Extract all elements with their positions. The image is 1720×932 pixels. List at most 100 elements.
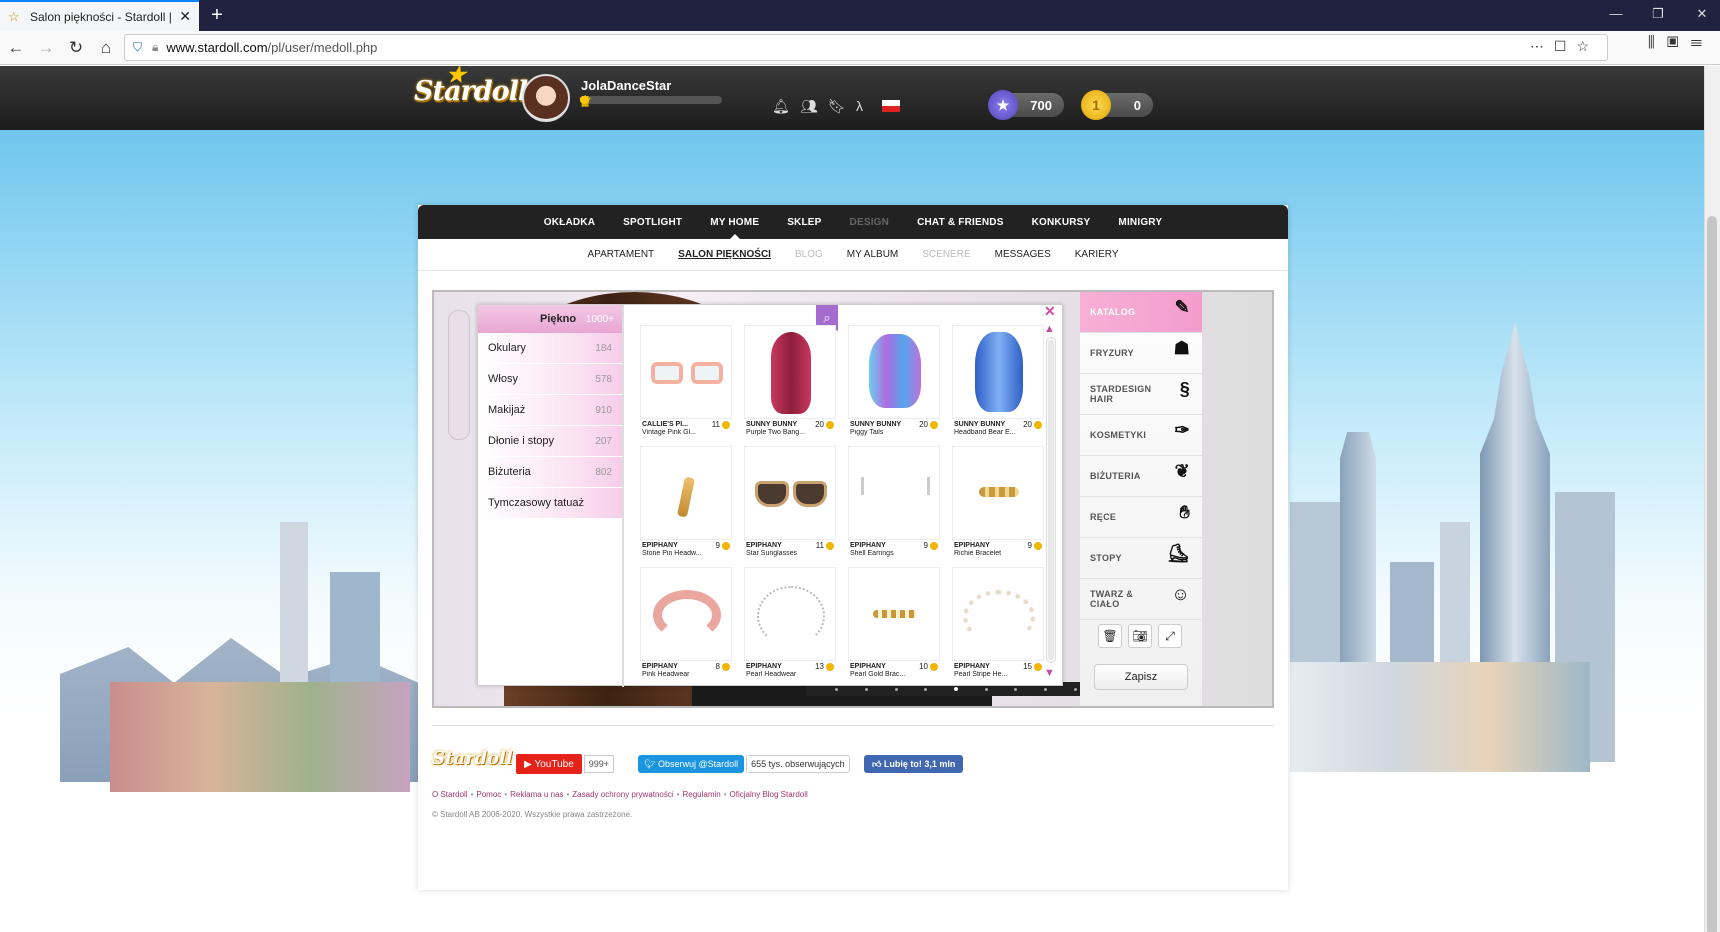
back-icon[interactable]: ← bbox=[2, 34, 30, 62]
item-thumbnail[interactable] bbox=[640, 325, 732, 419]
catalog-item[interactable]: EPIPHANY Pearl Stripe He... 15 bbox=[952, 567, 1044, 684]
catalog-item[interactable]: SUNNY BUNNY Headband Bear E... 20 bbox=[952, 325, 1044, 442]
main-nav-item[interactable]: SPOTLIGHT bbox=[609, 217, 696, 228]
item-brand: EPIPHANY bbox=[642, 663, 678, 670]
chevron-up-icon[interactable]: ▲ bbox=[1044, 323, 1055, 335]
youtube-play-icon: ▶ bbox=[524, 758, 535, 770]
stardoll-logo[interactable]: ★ Stardoll bbox=[414, 66, 528, 107]
close-tab-icon[interactable]: ✕ bbox=[179, 8, 191, 25]
sub-nav-item[interactable]: KARIERY bbox=[1063, 249, 1131, 260]
item-thumbnail[interactable] bbox=[952, 567, 1044, 661]
coins-balance[interactable]: 1 0 bbox=[1081, 90, 1153, 120]
twitter-follow-button[interactable]: 🐦︎ Obserwuj @Stardoll 655 tys. obserwują… bbox=[638, 755, 850, 773]
main-nav-item[interactable]: KONKURSY bbox=[1018, 217, 1105, 228]
shield-icon[interactable]: ⛉ bbox=[133, 40, 142, 55]
catalog-item[interactable]: SUNNY BUNNY Piggy Tails 20 bbox=[848, 325, 940, 442]
youtube-button[interactable]: ▶ YouTube 999+ bbox=[516, 754, 615, 774]
browser-tab[interactable]: ☆ Salon piękności - Stardoll | Pol ✕ bbox=[0, 0, 199, 31]
restore-icon[interactable]: ❐ bbox=[1648, 6, 1668, 22]
close-icon[interactable]: ✕ bbox=[1044, 303, 1056, 320]
sub-nav-item[interactable]: APARTAMENT bbox=[575, 249, 666, 260]
lock-icon[interactable]: 🔒︎ bbox=[152, 40, 158, 55]
catalog-item[interactable]: EPIPHANY Pearl Gold Brac... 10 bbox=[848, 567, 940, 684]
reload-icon[interactable]: ↻ bbox=[62, 34, 90, 62]
coin-icon bbox=[1034, 663, 1042, 671]
category-item[interactable]: Okulary 184 bbox=[478, 333, 622, 364]
sidebar-tab[interactable]: STARDESIGN HAIR § bbox=[1080, 374, 1202, 415]
category-item[interactable]: Dłonie i stopy 207 bbox=[478, 426, 622, 457]
catalog-item[interactable]: EPIPHANY Shell Earrings 9 bbox=[848, 446, 940, 563]
bookmark-icon[interactable]: 🔖︎ bbox=[828, 98, 846, 115]
url-actions[interactable]: ⋯☐☆ bbox=[1530, 38, 1599, 55]
item-thumbnail[interactable] bbox=[744, 325, 836, 419]
forward-icon[interactable]: → bbox=[32, 34, 60, 62]
sidebar-tab[interactable]: TWARZ & CIAŁO ☺ bbox=[1080, 579, 1202, 620]
avatar[interactable] bbox=[522, 74, 570, 122]
footer-link[interactable]: Reklama u nas bbox=[510, 790, 563, 799]
item-thumbnail[interactable] bbox=[744, 446, 836, 540]
category-item[interactable]: Tymczasowy tatuaż bbox=[478, 488, 622, 519]
poland-flag-icon[interactable] bbox=[882, 100, 900, 112]
sidebar-tab[interactable]: FRYZURY ☗ bbox=[1080, 333, 1202, 374]
footer-link[interactable]: Zasady ochrony prywatności bbox=[572, 790, 673, 799]
friends-icon[interactable]: 👥︎ bbox=[800, 98, 818, 115]
item-thumbnail[interactable] bbox=[952, 325, 1044, 419]
category-item[interactable]: Biżuteria 802 bbox=[478, 457, 622, 488]
sidebar-tab[interactable]: KATALOG ✎ bbox=[1080, 292, 1202, 333]
fullscreen-icon[interactable]: ⤢ bbox=[1158, 624, 1182, 648]
main-nav-item[interactable]: OKŁADKA bbox=[530, 217, 609, 228]
footer-logo[interactable]: Stardoll bbox=[432, 748, 513, 769]
item-thumbnail[interactable] bbox=[848, 567, 940, 661]
toolbar-icons[interactable]: ⫼▣☰ bbox=[1648, 34, 1714, 51]
main-nav-item[interactable]: CHAT & FRIENDS bbox=[903, 217, 1018, 228]
catalog-item[interactable]: SUNNY BUNNY Purple Two Bang... 20 bbox=[744, 325, 836, 442]
url-bar[interactable]: ⛉ 🔒︎ www.stardoll.com/pl/user/medoll.php… bbox=[124, 34, 1608, 61]
level-badge-icon: ♛ bbox=[578, 94, 593, 111]
stardollars-balance[interactable]: ★ 700 bbox=[988, 90, 1064, 120]
category-item[interactable]: Makijaż 910 bbox=[478, 395, 622, 426]
new-tab-icon[interactable]: + bbox=[206, 4, 228, 27]
close-window-icon[interactable]: ✕ bbox=[1692, 6, 1712, 22]
item-thumbnail[interactable] bbox=[848, 325, 940, 419]
footer-link[interactable]: Oficjalny Blog Stardoll bbox=[730, 790, 808, 799]
lambda-icon[interactable]: λ bbox=[856, 98, 863, 114]
footer-link[interactable]: Pomoc bbox=[476, 790, 501, 799]
save-button[interactable]: Zapisz bbox=[1094, 664, 1188, 690]
bell-icon[interactable]: 🔔︎ bbox=[772, 98, 790, 115]
catalog-item[interactable]: EPIPHANY Pink Headwear 8 bbox=[640, 567, 732, 684]
hand-icon: ✋︎ bbox=[1179, 502, 1190, 522]
username[interactable]: JolaDanceStar bbox=[581, 78, 671, 93]
catalog-item[interactable]: EPIPHANY Stone Pin Headw... 9 bbox=[640, 446, 732, 563]
sub-nav-item[interactable]: SALON PIĘKNOŚCI bbox=[666, 249, 783, 260]
chevron-down-icon[interactable]: ▼ bbox=[1044, 667, 1055, 679]
item-thumbnail[interactable] bbox=[640, 567, 732, 661]
item-thumbnail[interactable] bbox=[848, 446, 940, 540]
main-nav-item[interactable]: MINIGRY bbox=[1104, 217, 1176, 228]
catalog-item[interactable]: EPIPHANY Pearl Headwear 13 bbox=[744, 567, 836, 684]
facebook-like-button[interactable]: 👍︎ Lubię to! 3,1 mln bbox=[864, 755, 964, 773]
category-header[interactable]: Piękno 1000+ bbox=[478, 305, 622, 333]
home-icon[interactable]: ⌂ bbox=[92, 34, 120, 62]
camera-icon[interactable]: 📷︎ bbox=[1128, 624, 1152, 648]
trash-icon[interactable]: 🗑︎ bbox=[1098, 624, 1122, 648]
sub-nav-item[interactable]: MESSAGES bbox=[983, 249, 1063, 260]
catalog-item[interactable]: CALLIE'S PI... Vintage Pink Gl... 11 bbox=[640, 325, 732, 442]
footer-link[interactable]: Regulamin bbox=[682, 790, 720, 799]
item-thumbnail[interactable] bbox=[744, 567, 836, 661]
minimize-icon[interactable]: — bbox=[1606, 6, 1626, 21]
sidebar-tab[interactable]: RĘCE ✋︎ bbox=[1080, 497, 1202, 538]
sidebar-tab[interactable]: STOPY ⛸︎ bbox=[1080, 538, 1202, 579]
sub-nav-item[interactable]: MY ALBUM bbox=[835, 249, 911, 260]
sidebar-tab[interactable]: KOSMETYKI ✑ bbox=[1080, 415, 1202, 456]
item-thumbnail[interactable] bbox=[952, 446, 1044, 540]
sidebar-tab[interactable]: BIŻUTERIA ❦ bbox=[1080, 456, 1202, 497]
main-nav-item[interactable]: MY HOME bbox=[696, 217, 773, 240]
item-thumbnail[interactable] bbox=[640, 446, 732, 540]
category-item[interactable]: Włosy 578 bbox=[478, 364, 622, 395]
catalog-item[interactable]: EPIPHANY Richie Bracelet 9 bbox=[952, 446, 1044, 563]
page-scrollbar[interactable] bbox=[1704, 66, 1720, 932]
catalog-item[interactable]: EPIPHANY Star Sunglasses 11 bbox=[744, 446, 836, 563]
main-nav-item[interactable]: SKLEP bbox=[773, 217, 835, 228]
item-grid-scrollbar[interactable] bbox=[1046, 337, 1056, 663]
footer-link[interactable]: O Stardoll bbox=[432, 790, 468, 799]
